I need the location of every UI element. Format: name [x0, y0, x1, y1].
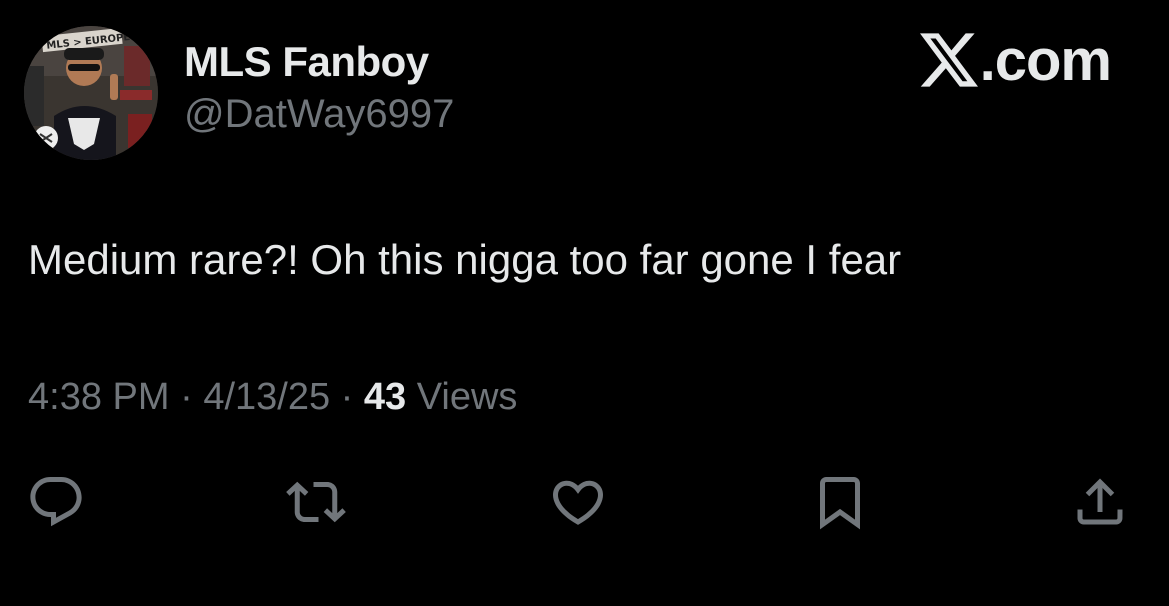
meta-separator: ·: [180, 376, 193, 418]
heart-icon: [552, 480, 604, 525]
bookmark-icon: [820, 477, 860, 530]
reply-icon: [30, 477, 82, 527]
repost-button[interactable]: [286, 472, 346, 532]
views-count: 43: [363, 376, 407, 418]
author-display-name[interactable]: MLS Fanboy: [184, 38, 429, 86]
tweet-date[interactable]: 4/13/25: [203, 376, 330, 418]
tweet-text: Medium rare?! Oh this nigga too far gone…: [28, 236, 902, 283]
tweet-time[interactable]: 4:38 PM: [28, 376, 170, 418]
tweet-meta: 4:38 PM · 4/13/25 · 43 Views: [28, 376, 517, 419]
avatar-photo: MLS > EUROPE: [24, 26, 158, 160]
meta-separator: ·: [340, 376, 354, 418]
views-label: Views: [416, 376, 518, 418]
share-button[interactable]: [1070, 472, 1130, 532]
reply-button[interactable]: [26, 472, 86, 532]
brand-suffix: .com: [979, 27, 1112, 93]
avatar[interactable]: MLS > EUROPE: [24, 26, 158, 160]
share-icon: [1077, 478, 1123, 525]
x-com-brand: .com: [919, 28, 1112, 93]
like-button[interactable]: [548, 472, 608, 532]
author-handle[interactable]: @DatWay6997: [184, 92, 454, 137]
repost-icon: [286, 481, 346, 523]
bookmark-button[interactable]: [810, 472, 870, 532]
x-logo-icon: [919, 33, 978, 87]
